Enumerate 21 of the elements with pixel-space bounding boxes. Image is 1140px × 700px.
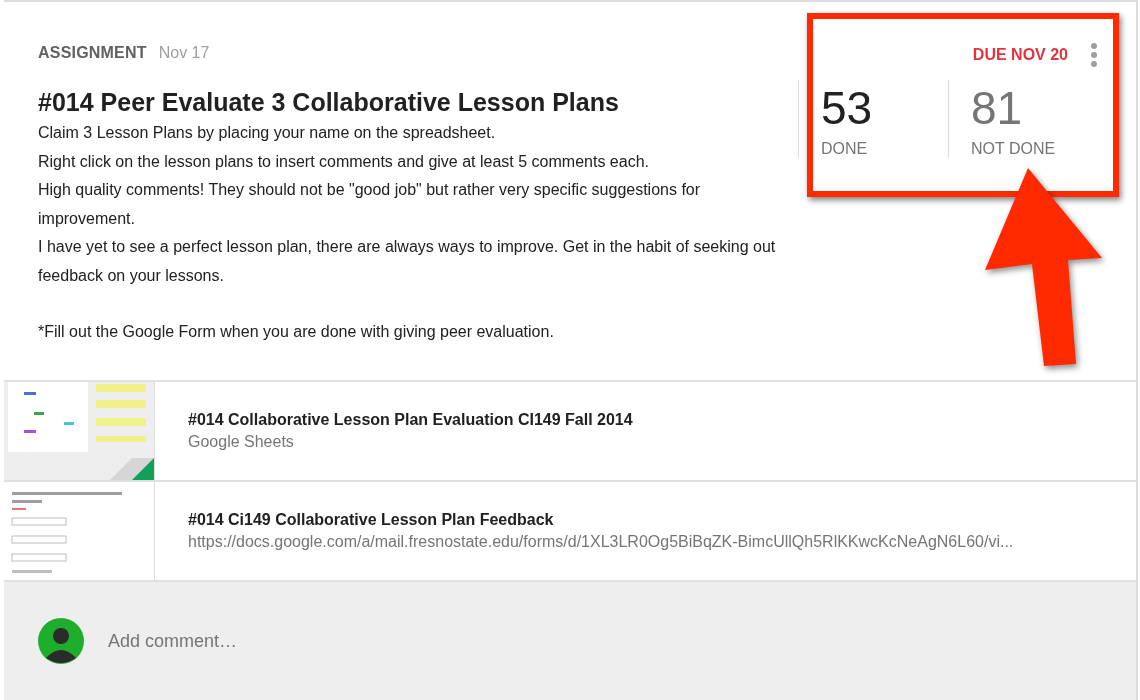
count-value[interactable]: 81 (971, 80, 1098, 136)
description-paragraph: High quality comments! They should not be "good job" but rather very specific suggestions for improvement. (38, 180, 702, 229)
comment-field[interactable]: Add comment… (106, 629, 510, 653)
post-type: ASSIGNMENT (38, 44, 147, 62)
count-label: DONE (821, 140, 869, 158)
spreadsheet-thumbnail-drawing[interactable] (4, 382, 155, 480)
attachment-title[interactable]: #014 Ci149 Collaborative Lesson Plan Feedback (188, 511, 1014, 529)
attachment-title[interactable]: #014 Collaborative Lesson Plan Evaluation CI149 Fall 2014 (188, 411, 633, 429)
count-value[interactable]: 53 (821, 80, 948, 136)
description-paragraph: I have yet to see a perfect lesson plan, there are always ways to improve. Get in the habit of seeking out feedback on your lessons. (38, 237, 777, 286)
description-paragraph: Claim 3 Lesson Plans by placing your name on the spreadsheet. (38, 123, 497, 143)
count-label: NOT DONE (971, 140, 1057, 158)
due-date: DUE NOV 20 (972, 46, 1068, 64)
description-paragraph: *Fill out the Google Form when you are done with giving peer evaluation. (38, 322, 555, 342)
description-paragraph: Right click on the lesson plans to insert comments and give at least 5 comments each. (38, 151, 650, 172)
post-date: Nov 17 (158, 44, 210, 62)
more-icon[interactable] (1090, 42, 1098, 68)
attachment-subtitle: Google Sheets (188, 433, 295, 451)
avatar-icon (38, 618, 84, 664)
assignment-title: #014 Peer Evaluate 3 Collaborative Lesson Plans (38, 88, 620, 117)
attachment-subtitle: https://docs.google.com/a/mail.fresnostate.edu/forms/d/1XL3LR0Og5BiBqZK-BimcUllQh5RlKKwcKcNeAgN6L60/vi... (188, 533, 1014, 551)
